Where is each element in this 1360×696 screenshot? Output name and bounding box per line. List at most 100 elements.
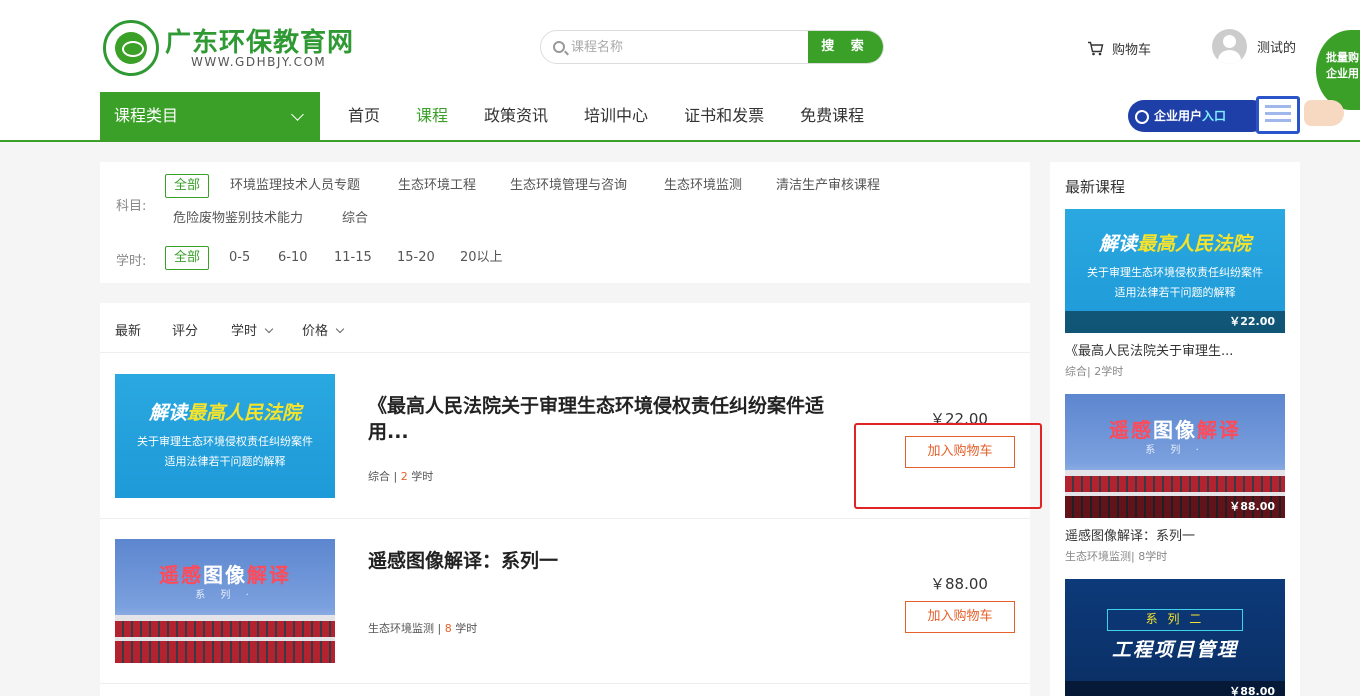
- course-row: 遥感图像解译 系 列 · 遥感图像解译：系列一 生态环境监测 | 8 学时 ￥8…: [100, 519, 1030, 684]
- search-icon: [553, 41, 565, 53]
- site-header: 广东环保教育网 WWW.GDHBJY.COM 搜 索 购物车 测试的 批量购 企…: [0, 0, 1360, 142]
- course-price: ￥88.00: [930, 575, 988, 593]
- latest-courses-sidebar: 最新课程 解读最高人民法院 关于审理生态环境侵权责任纠纷案件 适用法律若干问题的…: [1050, 162, 1300, 696]
- enterprise-entry-pill: 企业用户入口: [1128, 100, 1268, 132]
- subject-option[interactable]: 生态环境工程: [398, 174, 476, 198]
- course-filter-panel: 科目: 全部 环境监理技术人员专题 生态环境工程 生态环境管理与咨询 生态环境监…: [100, 162, 1030, 283]
- thumb-line-2: 适用法律若干问题的解释: [164, 455, 286, 468]
- add-to-cart-button[interactable]: 加入购物车: [905, 601, 1015, 633]
- course-category: 生态环境监测: [368, 622, 434, 635]
- nav-certificates-invoices[interactable]: 证书和发票: [666, 92, 782, 140]
- thumb-series-tag: 系 列 二: [1107, 609, 1243, 631]
- course-category-label: 课程类目: [114, 106, 179, 125]
- highlight-box: [854, 423, 1042, 509]
- course-meta: 综合 | 2 学时: [368, 470, 434, 483]
- sidebar-price: ￥88.00: [1065, 681, 1285, 696]
- course-meta: 生态环境监测 | 8 学时: [368, 622, 478, 635]
- search-button[interactable]: 搜 索: [808, 31, 883, 63]
- hours-option[interactable]: 11-15: [334, 246, 372, 270]
- thumb-title-b: 最高人民法院: [1137, 233, 1252, 255]
- hours-option[interactable]: 15-20: [397, 246, 435, 270]
- sidebar-price: ￥22.00: [1065, 311, 1285, 333]
- thumb-title-a: 遥感: [1109, 418, 1153, 442]
- thumb-title-c: 解译: [1197, 418, 1241, 442]
- course-hours-unit: 学时: [411, 470, 434, 483]
- subject-filter-label: 科目:: [116, 199, 147, 214]
- sidebar-thumbnail[interactable]: 系 列 二 工程项目管理 ￥88.00: [1065, 579, 1285, 696]
- sort-rating[interactable]: 评分: [172, 320, 198, 339]
- hours-option[interactable]: 20以上: [460, 246, 503, 270]
- sort-price[interactable]: 价格: [302, 320, 345, 339]
- sidebar-thumbnail[interactable]: 解读最高人民法院 关于审理生态环境侵权责任纠纷案件 适用法律若干问题的解释 ￥2…: [1065, 209, 1285, 333]
- whiteboard-icon: [1256, 96, 1300, 134]
- subject-option[interactable]: 生态环境管理与咨询: [510, 174, 627, 198]
- bulk-line-2: 企业用: [1326, 67, 1359, 80]
- sidebar-thumbnail[interactable]: 遥感图像解译 系 列 · ￥88.00: [1065, 394, 1285, 518]
- thumb-line-2: 适用法律若干问题的解释: [1114, 286, 1236, 299]
- course-thumbnail[interactable]: 解读最高人民法院 关于审理生态环境侵权责任纠纷案件 适用法律若干问题的解释: [115, 374, 335, 498]
- chevron-down-icon: [264, 324, 274, 334]
- user-menu[interactable]: 测试的: [1212, 28, 1296, 64]
- subject-option[interactable]: 清洁生产审核课程: [776, 174, 880, 198]
- course-hours-unit: 学时: [455, 622, 478, 635]
- thumb-title-a: 解读: [1098, 233, 1137, 255]
- thumb-series: 系 列 ·: [1145, 445, 1205, 456]
- course-thumbnail[interactable]: 遥感图像解译 系 列 ·: [115, 539, 335, 663]
- course-title[interactable]: 遥感图像解译：系列一: [368, 548, 858, 574]
- user-name: 测试的: [1257, 40, 1297, 56]
- sidebar-course-name[interactable]: 《最高人民法院关于审理生...: [1065, 340, 1233, 359]
- cart-icon: [1088, 41, 1104, 55]
- thumb-title-c: 解译: [247, 563, 291, 587]
- course-hours-number: 2: [400, 470, 408, 483]
- thumb-title-b: 最高人民法院: [187, 402, 302, 424]
- nav-training-center[interactable]: 培训中心: [566, 92, 666, 140]
- enterprise-entry-label: 入口: [1202, 109, 1227, 123]
- site-domain: WWW.GDHBJY.COM: [191, 55, 327, 69]
- thumb-line-1: 关于审理生态环境侵权责任纠纷案件: [137, 435, 313, 448]
- sidebar-title: 最新课程: [1065, 178, 1126, 196]
- sort-price-label: 价格: [302, 324, 329, 339]
- sort-latest[interactable]: 最新: [115, 320, 141, 339]
- sidebar-course-meta: 生态环境监测| 8学时: [1065, 550, 1168, 563]
- pointing-hand-icon: [1304, 100, 1344, 126]
- search-bar: 搜 索: [540, 30, 884, 64]
- course-hours-number: 8: [444, 622, 452, 635]
- thumb-line-1: 关于审理生态环境侵权责任纠纷案件: [1087, 266, 1263, 279]
- sidebar-course-name[interactable]: 遥感图像解译：系列一: [1065, 525, 1195, 544]
- chevron-down-icon: [291, 108, 304, 121]
- thumb-title: 工程项目管理: [1111, 639, 1238, 661]
- chevron-down-icon: [335, 324, 345, 334]
- cart-link[interactable]: 购物车: [1087, 38, 1151, 58]
- nav-free-courses[interactable]: 免费课程: [782, 92, 882, 140]
- course-category: 综合: [368, 470, 390, 483]
- nav-courses[interactable]: 课程: [398, 92, 466, 140]
- thumb-title-b: 图像: [203, 563, 247, 587]
- subject-option[interactable]: 环境监理技术人员专题: [230, 174, 360, 198]
- hours-option[interactable]: 0-5: [229, 246, 250, 270]
- nav-home[interactable]: 首页: [330, 92, 398, 140]
- course-category-dropdown[interactable]: 课程类目: [100, 92, 320, 140]
- bulk-line-1: 批量购: [1326, 51, 1359, 64]
- sidebar-course-meta: 综合| 2学时: [1065, 365, 1124, 378]
- search-input[interactable]: [571, 31, 841, 63]
- nav-policy-news[interactable]: 政策资讯: [466, 92, 566, 140]
- hours-option[interactable]: 6-10: [278, 246, 308, 270]
- enterprise-entry-banner[interactable]: 企业用户入口: [1128, 96, 1348, 140]
- hours-all[interactable]: 全部: [165, 246, 210, 270]
- thumb-title-a: 遥感: [159, 563, 203, 587]
- thumb-title-b: 图像: [1153, 418, 1197, 442]
- sidebar-price: ￥88.00: [1065, 496, 1285, 518]
- site-logo[interactable]: 广东环保教育网 WWW.GDHBJY.COM: [103, 20, 363, 76]
- subject-option[interactable]: 生态环境监测: [664, 174, 742, 198]
- enterprise-label: 企业用户: [1154, 109, 1203, 123]
- hours-filter-label: 学时:: [116, 254, 147, 269]
- course-title[interactable]: 《最高人民法院关于审理生态环境侵权责任纠纷案件适用...: [368, 393, 858, 445]
- avatar: [1212, 28, 1247, 64]
- subject-option[interactable]: 综合: [342, 207, 368, 231]
- sort-hours-label: 学时: [231, 324, 258, 339]
- main-nav: 首页 课程 政策资讯 培训中心 证书和发票 免费课程: [330, 92, 882, 140]
- subject-option[interactable]: 危险废物鉴别技术能力: [173, 207, 303, 231]
- sort-hours[interactable]: 学时: [231, 320, 274, 339]
- thumb-title-a: 解读: [148, 402, 187, 424]
- subject-all[interactable]: 全部: [165, 174, 210, 198]
